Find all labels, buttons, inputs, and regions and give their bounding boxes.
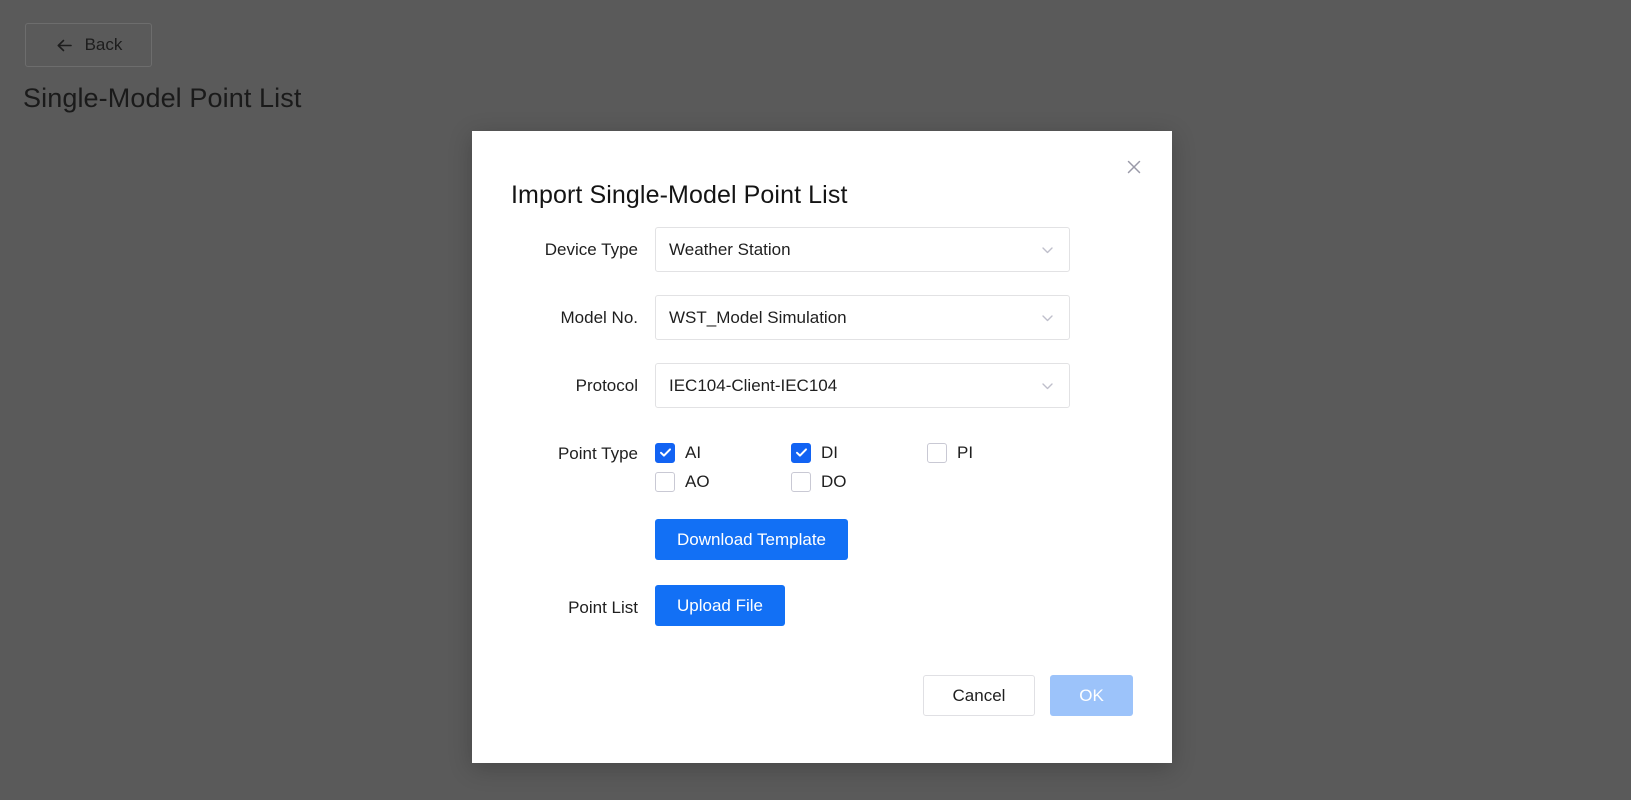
checkbox-ao[interactable]: AO [655,471,710,492]
cancel-button[interactable]: Cancel [923,675,1035,716]
download-template-button[interactable]: Download Template [655,519,848,560]
form-row-model-no: Model No. WST_Model Simulation [472,295,1172,340]
checkbox-pi[interactable]: PI [927,442,974,463]
model-no-value: WST_Model Simulation [669,307,847,327]
point-list-label: Point List [568,598,638,617]
checkbox-ao-label: AO [685,472,710,491]
point-type-checkbox-group: AI DI PI AO DO [655,431,1172,496]
checkbox-pi-label: PI [957,443,974,462]
form-row-point-list: Point List Upload File [472,585,1172,630]
model-no-label: Model No. [560,308,638,327]
dialog-footer: Cancel OK [923,675,1133,716]
checkmark-icon [791,442,811,463]
checkbox-do-label: DO [821,472,847,491]
protocol-label: Protocol [575,376,638,395]
protocol-value: IEC104-Client-IEC104 [669,375,838,395]
ok-button[interactable]: OK [1050,675,1133,716]
form-row-download-template: Download Template [472,519,1172,560]
modal-overlay: Import Single-Model Point List Device Ty… [0,0,1631,800]
dialog-title: Import Single-Model Point List [511,181,848,209]
form-row-point-type: Point Type AI DI PI AO DO [472,431,1172,496]
upload-file-button[interactable]: Upload File [655,585,785,626]
chevron-down-icon [1040,378,1055,393]
import-point-list-dialog: Import Single-Model Point List Device Ty… [472,131,1172,763]
checkmark-icon [791,471,811,492]
chevron-down-icon [1040,242,1055,257]
checkbox-di-label: DI [821,443,838,462]
checkmark-icon [655,471,675,492]
point-type-label: Point Type [557,444,638,463]
form-row-protocol: Protocol IEC104-Client-IEC104 [472,363,1172,408]
checkbox-do[interactable]: DO [791,471,847,492]
dialog-form: Device Type Weather Station Model No. WS… [472,227,1172,653]
device-type-value: Weather Station [669,239,791,259]
model-no-select[interactable]: WST_Model Simulation [655,295,1070,340]
chevron-down-icon [1040,310,1055,325]
device-type-label: Device Type [544,240,638,259]
close-icon[interactable] [1115,148,1153,186]
checkbox-ai[interactable]: AI [655,442,702,463]
checkmark-icon [655,442,675,463]
protocol-select[interactable]: IEC104-Client-IEC104 [655,363,1070,408]
form-row-device-type: Device Type Weather Station [472,227,1172,272]
checkbox-di[interactable]: DI [791,442,838,463]
checkmark-icon [927,442,947,463]
device-type-select[interactable]: Weather Station [655,227,1070,272]
checkbox-ai-label: AI [685,443,702,462]
